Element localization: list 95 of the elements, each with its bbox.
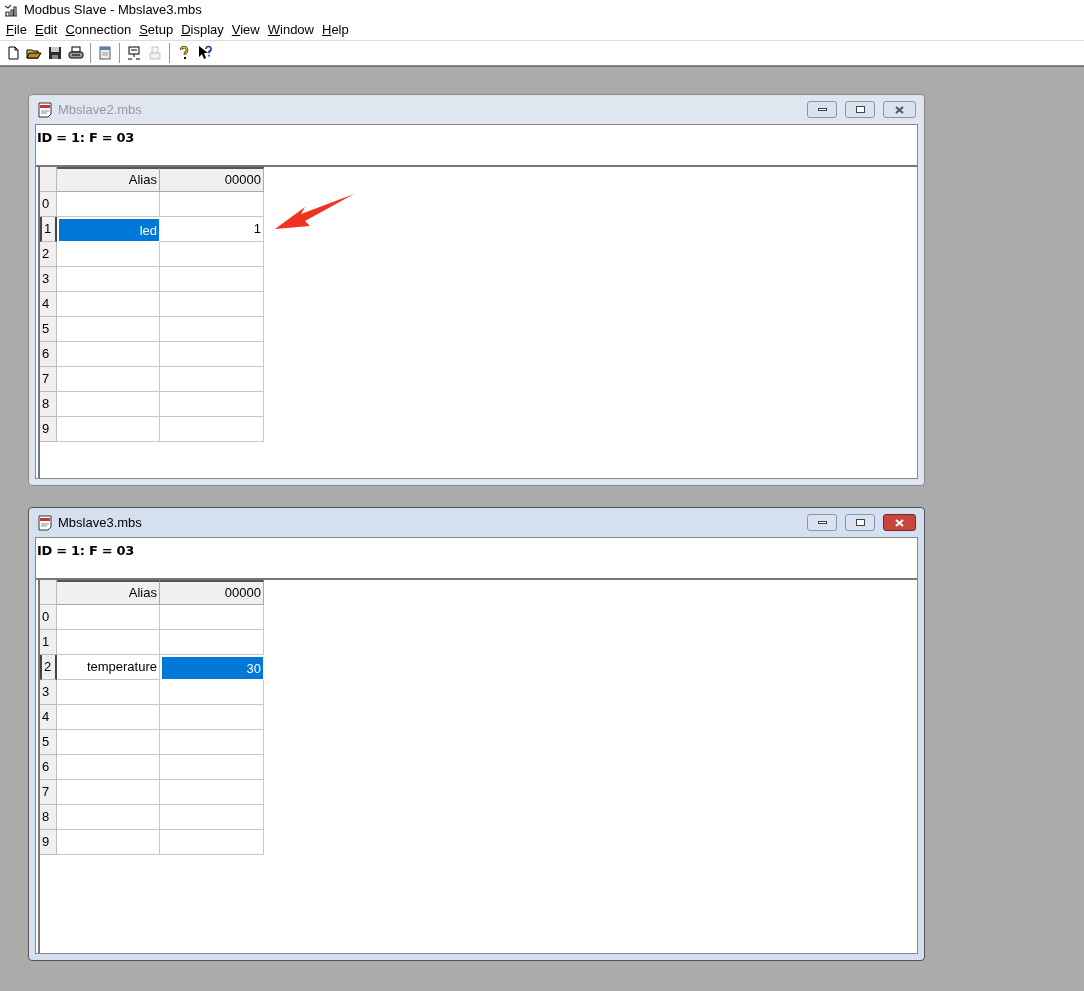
- row-header[interactable]: 0: [40, 605, 57, 630]
- table-cell[interactable]: [57, 292, 160, 317]
- column-header[interactable]: Alias: [57, 580, 160, 605]
- row-header[interactable]: 1: [40, 217, 57, 242]
- table-cell[interactable]: [160, 780, 264, 805]
- row-header[interactable]: 3: [40, 680, 57, 705]
- table-cell[interactable]: [160, 317, 264, 342]
- menu-item[interactable]: Window: [263, 19, 318, 41]
- table-cell[interactable]: [57, 830, 160, 855]
- column-header[interactable]: Alias: [57, 167, 160, 192]
- close-button[interactable]: [883, 101, 916, 118]
- table-cell[interactable]: [57, 242, 160, 267]
- menu-item[interactable]: View: [227, 19, 264, 41]
- window-title: Modbus Slave - Mbslave3.mbs: [24, 1, 202, 20]
- table-cell[interactable]: led: [57, 217, 160, 242]
- maximize-button[interactable]: [845, 514, 875, 531]
- column-header[interactable]: 00000: [160, 580, 264, 605]
- table-corner: [40, 167, 57, 192]
- table-cell[interactable]: [160, 342, 264, 367]
- table-cell[interactable]: [57, 267, 160, 292]
- row-header[interactable]: 9: [40, 830, 57, 855]
- table-cell[interactable]: [160, 392, 264, 417]
- table-cell[interactable]: [57, 192, 160, 217]
- table-cell[interactable]: [57, 780, 160, 805]
- table-cell[interactable]: [57, 392, 160, 417]
- row-header[interactable]: 7: [40, 780, 57, 805]
- table-cell[interactable]: temperature: [57, 655, 160, 680]
- table-cell[interactable]: [57, 605, 160, 630]
- menu-item[interactable]: Help: [318, 19, 353, 41]
- window-title: Mbslave3.mbs: [58, 513, 142, 532]
- row-header[interactable]: 5: [40, 317, 57, 342]
- menu-item[interactable]: Edit: [30, 19, 62, 41]
- table-cell[interactable]: [160, 730, 264, 755]
- table-cell[interactable]: [160, 367, 264, 392]
- table-cell[interactable]: [160, 417, 264, 442]
- table-cell[interactable]: [160, 267, 264, 292]
- document-icon: [37, 514, 53, 531]
- table-cell[interactable]: [160, 630, 264, 655]
- column-header[interactable]: 00000: [160, 167, 264, 192]
- table-cell[interactable]: [160, 830, 264, 855]
- table-cell[interactable]: [160, 292, 264, 317]
- window-title: Mbslave2.mbs: [58, 100, 142, 119]
- table-cell[interactable]: [57, 705, 160, 730]
- window-icon[interactable]: [96, 44, 114, 62]
- row-header[interactable]: 2: [40, 655, 57, 680]
- table-cell[interactable]: 1: [160, 217, 264, 242]
- table-cell[interactable]: [57, 367, 160, 392]
- row-header[interactable]: 5: [40, 730, 57, 755]
- minimize-button[interactable]: [807, 514, 837, 531]
- table-cell[interactable]: [57, 755, 160, 780]
- minimize-button[interactable]: [807, 101, 837, 118]
- row-header[interactable]: 8: [40, 392, 57, 417]
- status-text: ID = 1: F = 03: [37, 543, 135, 558]
- row-header[interactable]: 6: [40, 755, 57, 780]
- menu-item[interactable]: Connection: [61, 19, 136, 41]
- document-icon: [37, 101, 53, 118]
- table-cell[interactable]: [160, 805, 264, 830]
- row-header[interactable]: 9: [40, 417, 57, 442]
- table-cell[interactable]: [160, 755, 264, 780]
- printer-icon[interactable]: [67, 44, 85, 62]
- save-icon[interactable]: [46, 44, 64, 62]
- row-header[interactable]: 2: [40, 242, 57, 267]
- app-icon: [4, 3, 18, 17]
- close-icon: [895, 518, 904, 527]
- table-cell[interactable]: [57, 317, 160, 342]
- table-cell[interactable]: [57, 680, 160, 705]
- menu-item[interactable]: Setup: [135, 19, 178, 41]
- row-header[interactable]: 4: [40, 292, 57, 317]
- table-cell[interactable]: [57, 730, 160, 755]
- table-corner: [40, 580, 57, 605]
- pointer-question-icon[interactable]: [196, 44, 214, 62]
- table-cell[interactable]: [57, 630, 160, 655]
- table-cell[interactable]: [160, 705, 264, 730]
- row-header[interactable]: 7: [40, 367, 57, 392]
- table-cell[interactable]: [160, 680, 264, 705]
- row-header[interactable]: 0: [40, 192, 57, 217]
- table-cell[interactable]: [57, 342, 160, 367]
- close-icon: [895, 105, 904, 114]
- menu-item[interactable]: Display: [177, 19, 228, 41]
- table-cell[interactable]: [160, 192, 264, 217]
- menu-item[interactable]: File: [2, 19, 31, 41]
- row-header[interactable]: 6: [40, 342, 57, 367]
- status-text: ID = 1: F = 03: [37, 130, 135, 145]
- table-cell[interactable]: [57, 417, 160, 442]
- computer-icon[interactable]: [125, 44, 143, 62]
- close-button[interactable]: [883, 514, 916, 531]
- row-header[interactable]: 1: [40, 630, 57, 655]
- row-header[interactable]: 4: [40, 705, 57, 730]
- row-header[interactable]: 8: [40, 805, 57, 830]
- table-cell[interactable]: [160, 242, 264, 267]
- maximize-button[interactable]: [845, 101, 875, 118]
- table-cell[interactable]: 30: [160, 655, 264, 680]
- row-header[interactable]: 3: [40, 267, 57, 292]
- table-cell[interactable]: [57, 805, 160, 830]
- table-cell[interactable]: [160, 605, 264, 630]
